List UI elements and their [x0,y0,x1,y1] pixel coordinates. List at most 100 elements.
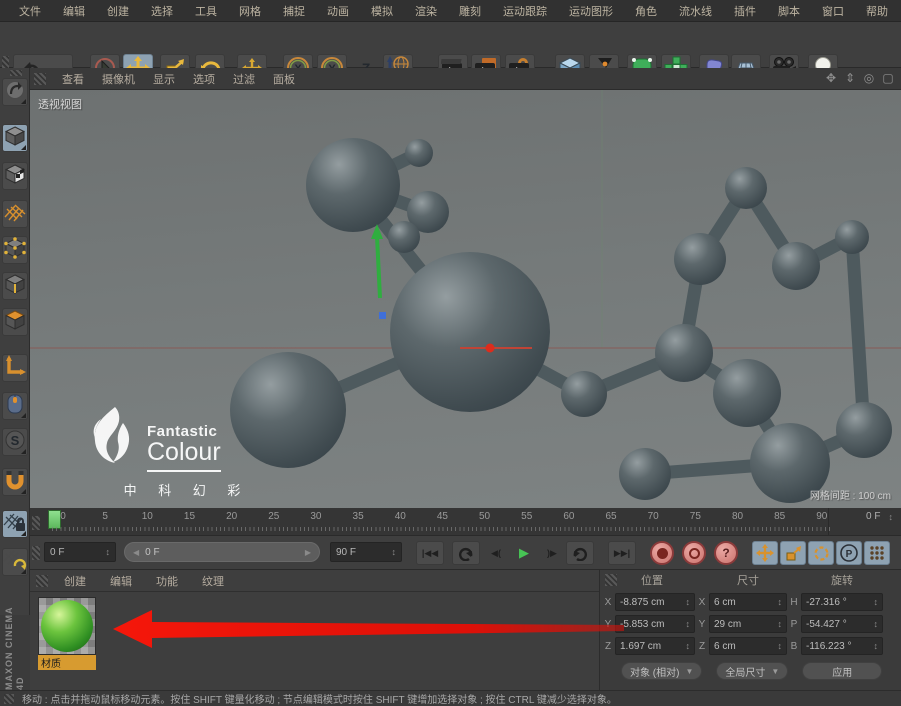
position-field[interactable]: -5.853 cm↕ [615,615,695,633]
rotation-field[interactable]: -54.427 °↕ [801,615,883,633]
enable-axis-button[interactable] [2,354,28,382]
play-loop-right-button[interactable] [566,541,594,565]
axis-label: Z [697,641,707,652]
menu-item[interactable]: 帮助 [857,1,897,21]
material-menu-item[interactable]: 创建 [56,571,94,591]
autokey-button[interactable] [682,541,706,565]
end-frame-field[interactable]: 90 F ↕ [330,542,402,562]
tweak-mode-button[interactable] [2,392,28,420]
key-pla-toggle[interactable] [864,541,890,565]
size-field[interactable]: 29 cm↕ [709,615,787,633]
menu-item[interactable]: 工具 [186,1,226,21]
main-toolbar: X Y Z [0,22,901,68]
key-position-toggle[interactable] [752,541,778,565]
goto-start-button[interactable]: |◀◀ [416,541,444,565]
size-field[interactable]: 6 cm↕ [709,637,787,655]
coordinate-mode-dropdown[interactable]: 对象 (相对)▼ [621,662,702,680]
pan-icon[interactable]: ✥ [824,71,838,85]
key-scale-toggle[interactable] [780,541,806,565]
viewport-menu-grip[interactable] [34,73,46,85]
viewport-menu-item[interactable]: 查看 [54,69,92,89]
menu-item[interactable]: 编辑 [54,1,94,21]
previous-key-button[interactable]: ◀( [482,541,510,565]
menu-item[interactable]: 模拟 [362,1,402,21]
menu-item[interactable]: 选择 [142,1,182,21]
model-mode-button[interactable] [2,124,28,152]
workplane-mode-button[interactable] [2,200,28,228]
align-workplane-button[interactable] [2,548,28,576]
position-field[interactable]: 1.697 cm↕ [615,637,695,655]
frame-range-slider[interactable]: ◀ 0 F ▶ [124,542,320,562]
timeline-grip[interactable] [32,516,40,530]
edges-mode-button[interactable] [2,272,28,300]
stepper-icon[interactable]: ↕ [106,547,111,557]
material-menu-item[interactable]: 编辑 [102,571,140,591]
zoom-icon[interactable]: ⇕ [843,71,857,85]
rotation-field[interactable]: -27.316 °↕ [801,593,883,611]
material-menu-item[interactable]: 功能 [148,571,186,591]
menu-item[interactable]: 文件 [10,1,50,21]
menu-item[interactable]: 网格 [230,1,270,21]
menu-item[interactable]: 运动跟踪 [494,1,556,21]
menu-item[interactable]: 运动图形 [560,1,622,21]
points-mode-button[interactable] [2,236,28,264]
size-field[interactable]: 6 cm↕ [709,593,787,611]
viewport-menu-item[interactable]: 摄像机 [94,69,143,89]
maximize-icon[interactable]: ▢ [881,71,895,85]
menu-item[interactable]: 动画 [318,1,358,21]
next-key-button[interactable]: )▶ [538,541,566,565]
rotation-field[interactable]: -116.223 °↕ [801,637,883,655]
play-loop-left-button[interactable] [452,541,480,565]
size-mode-dropdown[interactable]: 全局尺寸▼ [716,662,788,680]
menu-item[interactable]: 捕捉 [274,1,314,21]
pla-icon [869,545,885,561]
key-parameter-toggle[interactable]: P [836,541,862,565]
material-menu-item[interactable]: 纹理 [194,571,232,591]
rotate-icon [813,545,830,562]
record-keyframe-button[interactable] [650,541,674,565]
polygons-mode-button[interactable] [2,308,28,336]
tick-label: 70 [642,511,664,522]
apply-button[interactable]: 应用 [802,662,882,680]
key-rotation-toggle[interactable] [808,541,834,565]
menu-item[interactable]: 流水线 [670,1,721,21]
make-editable-button[interactable] [2,78,28,106]
viewport-solo-button[interactable]: S [2,428,28,456]
orbit-icon[interactable]: ◎ [862,71,876,85]
stepper-icon[interactable]: ↕ [889,512,894,522]
menu-item[interactable]: 脚本 [769,1,809,21]
menu-item[interactable]: 雕刻 [450,1,490,21]
material-thumbnail[interactable] [38,597,96,655]
status-grip [4,694,14,704]
perspective-viewport[interactable]: 透视视图 Fantastic Colour 中 科 幻 彩 网格间距 : 100… [30,90,901,508]
slider-right-arrow-icon[interactable]: ▶ [305,548,311,557]
menu-item[interactable]: 插件 [725,1,765,21]
material-menu-grip[interactable] [36,575,48,587]
menu-item[interactable]: 窗口 [813,1,853,21]
menu-item[interactable]: 创建 [98,1,138,21]
coordinate-grip[interactable] [605,574,617,586]
material-name-label[interactable]: 材质 [38,655,96,670]
snap-button[interactable] [2,468,28,496]
viewport-menu-item[interactable]: 过滤 [225,69,263,89]
texture-mode-button[interactable] [2,162,28,190]
slider-left-arrow-icon[interactable]: ◀ [133,548,139,557]
workplane-mode-icon [3,202,27,227]
timeline-frame-field[interactable]: 0 F ↕ [866,511,893,522]
transport-grip[interactable] [32,546,40,560]
viewport-menu-item[interactable]: 面板 [265,69,303,89]
timeline-ruler[interactable]: 051015202530354045505560657075808590 0 F… [30,508,901,536]
tick-label: 15 [178,511,200,522]
keyframe-selection-button[interactable]: ? [714,541,738,565]
leftbar-grip[interactable] [10,70,22,76]
position-field[interactable]: -8.875 cm↕ [615,593,695,611]
play-button[interactable]: ▶ [510,541,538,565]
viewport-menu-item[interactable]: 选项 [185,69,223,89]
viewport-menu-item[interactable]: 显示 [145,69,183,89]
stepper-icon[interactable]: ↕ [392,547,397,557]
menu-item[interactable]: 角色 [626,1,666,21]
menu-item[interactable]: 渲染 [406,1,446,21]
goto-end-button[interactable]: ▶▶| [608,541,636,565]
lock-workplane-button[interactable] [2,510,28,538]
start-frame-field[interactable]: 0 F ↕ [44,542,116,562]
